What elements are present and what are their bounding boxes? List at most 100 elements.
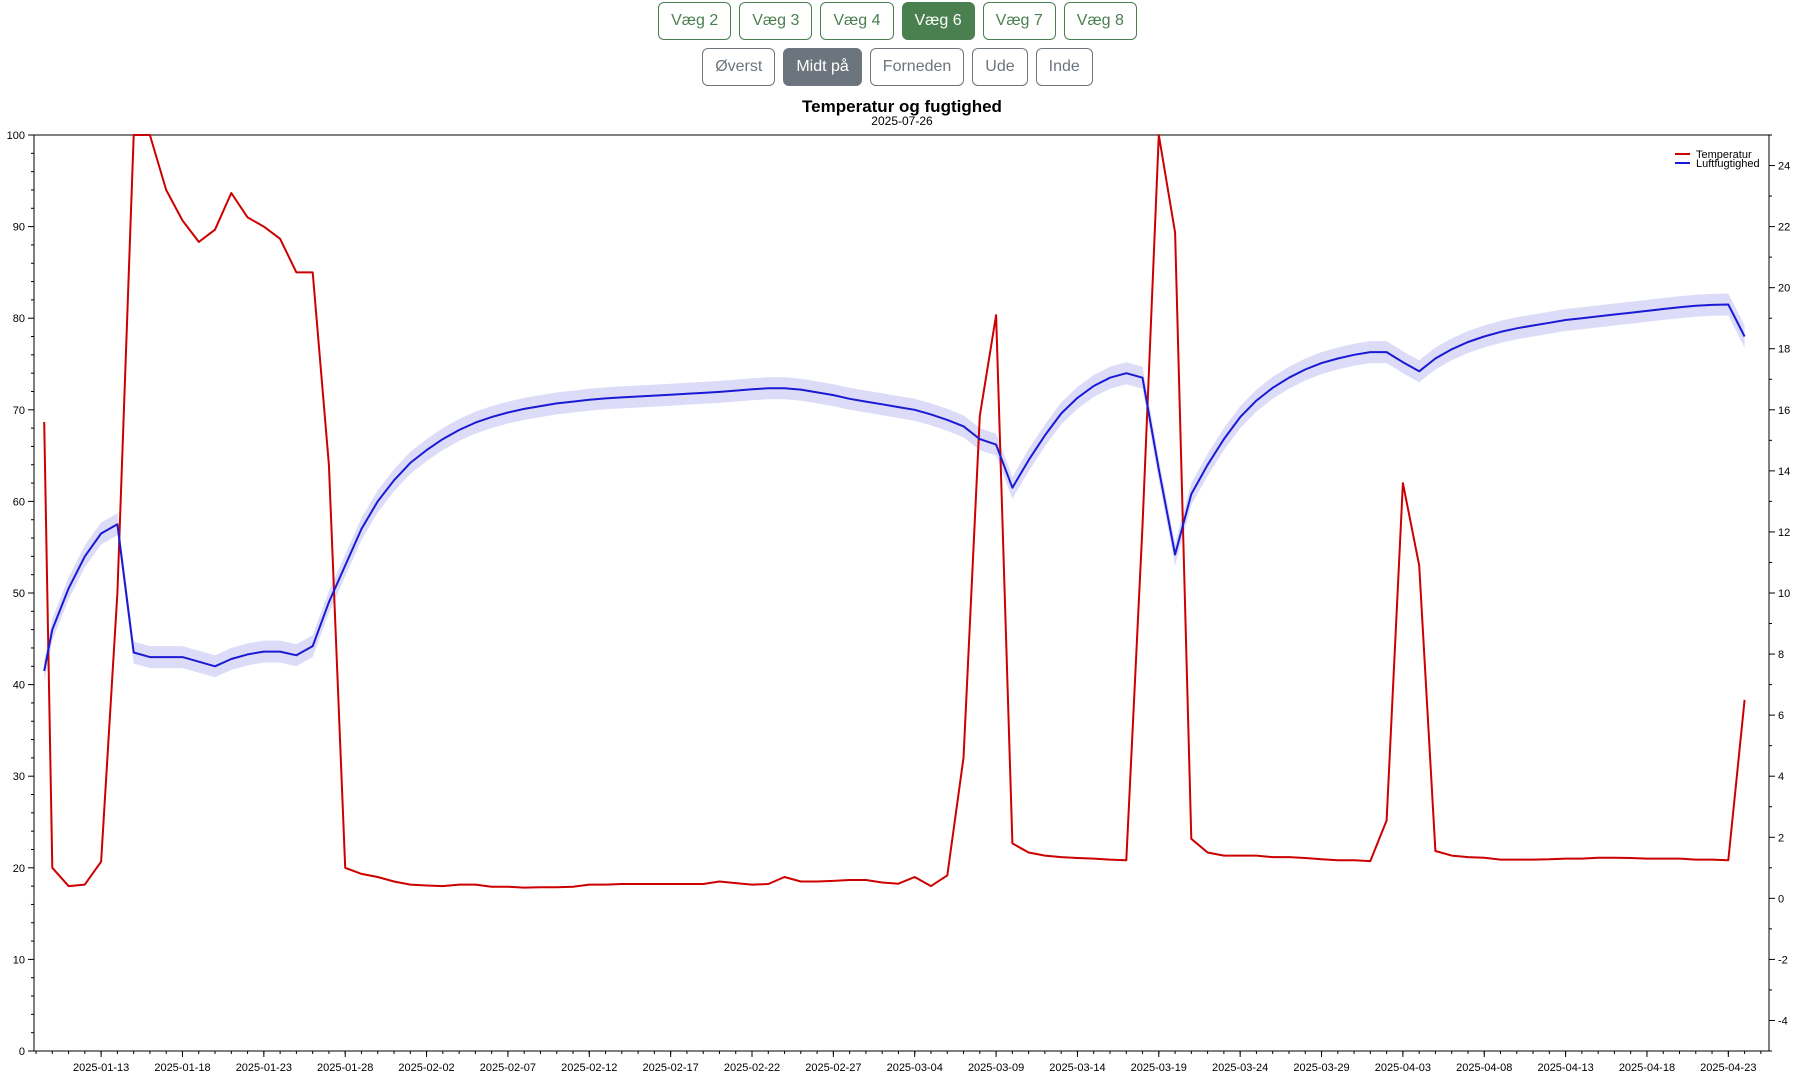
x-tick-label: 2025-03-09	[968, 1062, 1024, 1074]
humidity-band-layer	[44, 293, 1745, 682]
legend: TemperaturLuftfugtighed	[1675, 149, 1760, 170]
y-right-tick: 18	[1769, 344, 1790, 356]
x-tick: 2025-01-13	[73, 1051, 129, 1074]
y-right-tick-label: 0	[1778, 893, 1784, 905]
x-tick-label: 2025-04-03	[1375, 1062, 1431, 1074]
position-button-øverst[interactable]: Øverst	[702, 48, 776, 86]
humidity-confidence-band	[44, 293, 1745, 682]
y-right-tick: 22	[1769, 222, 1790, 234]
position-button-midt-på[interactable]: Midt på	[783, 48, 862, 86]
y-right-tick-label: 24	[1778, 161, 1790, 173]
x-tick: 2025-02-12	[561, 1051, 617, 1074]
x-tick: 2025-04-08	[1456, 1051, 1512, 1074]
wall-button-væg-3[interactable]: Væg 3	[739, 2, 813, 40]
temperature-line	[43, 134, 1746, 889]
position-button-forneden[interactable]: Forneden	[869, 48, 965, 86]
x-tick-label: 2025-02-22	[724, 1062, 780, 1074]
x-tick-label: 2025-03-19	[1131, 1062, 1187, 1074]
y-right-tick-label: 2	[1778, 832, 1784, 844]
series-lines	[43, 134, 1746, 889]
y-left-tick-label: 20	[13, 863, 25, 875]
x-tick-label: 2025-02-02	[398, 1062, 454, 1074]
y-left-tick: 80	[13, 313, 34, 325]
x-tick-label: 2025-02-07	[480, 1062, 536, 1074]
y-right-tick-label: -2	[1778, 954, 1788, 966]
y-left-tick: 60	[13, 496, 34, 508]
x-tick: 2025-02-07	[480, 1051, 536, 1074]
x-tick: 2025-02-27	[805, 1051, 862, 1074]
x-tick-label: 2025-03-04	[887, 1062, 943, 1074]
x-tick: 2025-03-09	[968, 1051, 1024, 1074]
y-left-tick-label: 100	[7, 130, 25, 142]
y-left-tick-label: 0	[19, 1046, 25, 1058]
y-right-tick: 14	[1769, 466, 1790, 478]
x-tick-label: 2025-04-13	[1537, 1062, 1593, 1074]
wall-selector: Væg 2 Væg 3 Væg 4 Væg 6 Væg 7 Væg 8	[0, 2, 1795, 40]
temperature-humidity-chart: Temperatur og fugtighed 2025-07-26 01020…	[7, 97, 1791, 1074]
y-right-tick-label: 4	[1778, 771, 1784, 783]
x-tick: 2025-03-04	[887, 1051, 943, 1074]
y-right-tick-label: 14	[1778, 466, 1790, 478]
y-right-tick-label: 20	[1778, 283, 1790, 295]
wall-button-væg-6[interactable]: Væg 6	[901, 2, 975, 40]
y-right-tick: -2	[1769, 954, 1788, 966]
y-left-tick: 70	[13, 405, 34, 417]
x-tick-label: 2025-04-23	[1700, 1062, 1756, 1074]
y-left-tick-label: 70	[13, 405, 25, 417]
y-left-tick: 90	[13, 222, 34, 234]
x-tick: 2025-04-18	[1619, 1051, 1675, 1074]
x-tick: 2025-03-14	[1049, 1051, 1106, 1074]
x-tick-label: 2025-02-17	[643, 1062, 699, 1074]
y-left-tick: 0	[19, 1046, 34, 1058]
y-right-tick: 8	[1769, 649, 1784, 661]
x-tick: 2025-04-23	[1700, 1051, 1756, 1074]
y-left-tick-label: 80	[13, 313, 25, 325]
position-button-ude[interactable]: Ude	[972, 48, 1028, 86]
y-right-tick: 12	[1769, 527, 1790, 539]
humidity-line	[43, 303, 1746, 672]
x-tick-label: 2025-04-18	[1619, 1062, 1675, 1074]
y-left-tick-label: 40	[13, 680, 25, 692]
y-right-tick-label: 18	[1778, 344, 1790, 356]
x-tick-label: 2025-04-08	[1456, 1062, 1512, 1074]
wall-button-væg-7[interactable]: Væg 7	[982, 2, 1056, 40]
x-tick: 2025-01-23	[236, 1051, 292, 1074]
wall-button-væg-4[interactable]: Væg 4	[820, 2, 894, 40]
y-left-tick: 20	[13, 863, 34, 875]
x-tick-label: 2025-03-24	[1212, 1062, 1268, 1074]
chart-subtitle: 2025-07-26	[871, 114, 933, 128]
x-tick: 2025-03-29	[1293, 1051, 1350, 1074]
y-right-tick-label: 10	[1778, 588, 1790, 600]
y-left-tick-label: 50	[13, 588, 25, 600]
y-right-tick: 16	[1769, 405, 1790, 417]
legend-label-humidity: Luftfugtighed	[1696, 158, 1760, 170]
y-left-tick-label: 30	[13, 771, 25, 783]
wall-button-væg-2[interactable]: Væg 2	[658, 2, 732, 40]
axes: 0102030405060708090100-4-202468101214161…	[7, 130, 1791, 1074]
y-right-tick-label: 22	[1778, 222, 1790, 234]
y-right-tick: 0	[1769, 893, 1784, 905]
x-tick: 2025-03-19	[1131, 1051, 1187, 1074]
y-left-tick: 40	[13, 680, 34, 692]
y-right-tick: 20	[1769, 283, 1790, 295]
wall-button-væg-8[interactable]: Væg 8	[1063, 2, 1137, 40]
position-button-inde[interactable]: Inde	[1035, 48, 1093, 86]
x-tick-label: 2025-01-18	[154, 1062, 210, 1074]
x-tick: 2025-04-03	[1375, 1051, 1431, 1074]
y-right-tick: 2	[1769, 832, 1784, 844]
y-right-tick: 4	[1769, 771, 1784, 783]
x-tick-label: 2025-03-29	[1293, 1062, 1349, 1074]
y-right-tick: -4	[1769, 1015, 1788, 1027]
x-tick: 2025-02-02	[398, 1051, 455, 1074]
x-tick: 2025-03-24	[1212, 1051, 1268, 1074]
y-left-tick-label: 60	[13, 496, 25, 508]
y-left-tick: 30	[13, 771, 34, 783]
x-tick-label: 2025-01-13	[73, 1062, 129, 1074]
x-tick-label: 2025-03-14	[1049, 1062, 1105, 1074]
y-right-tick-label: 6	[1778, 710, 1784, 722]
y-right-tick: 24	[1769, 161, 1790, 173]
x-tick-label: 2025-02-27	[805, 1062, 861, 1074]
x-tick-label: 2025-02-12	[561, 1062, 617, 1074]
position-selector: Øverst Midt på Forneden Ude Inde	[0, 48, 1795, 86]
x-tick: 2025-02-22	[724, 1051, 780, 1074]
